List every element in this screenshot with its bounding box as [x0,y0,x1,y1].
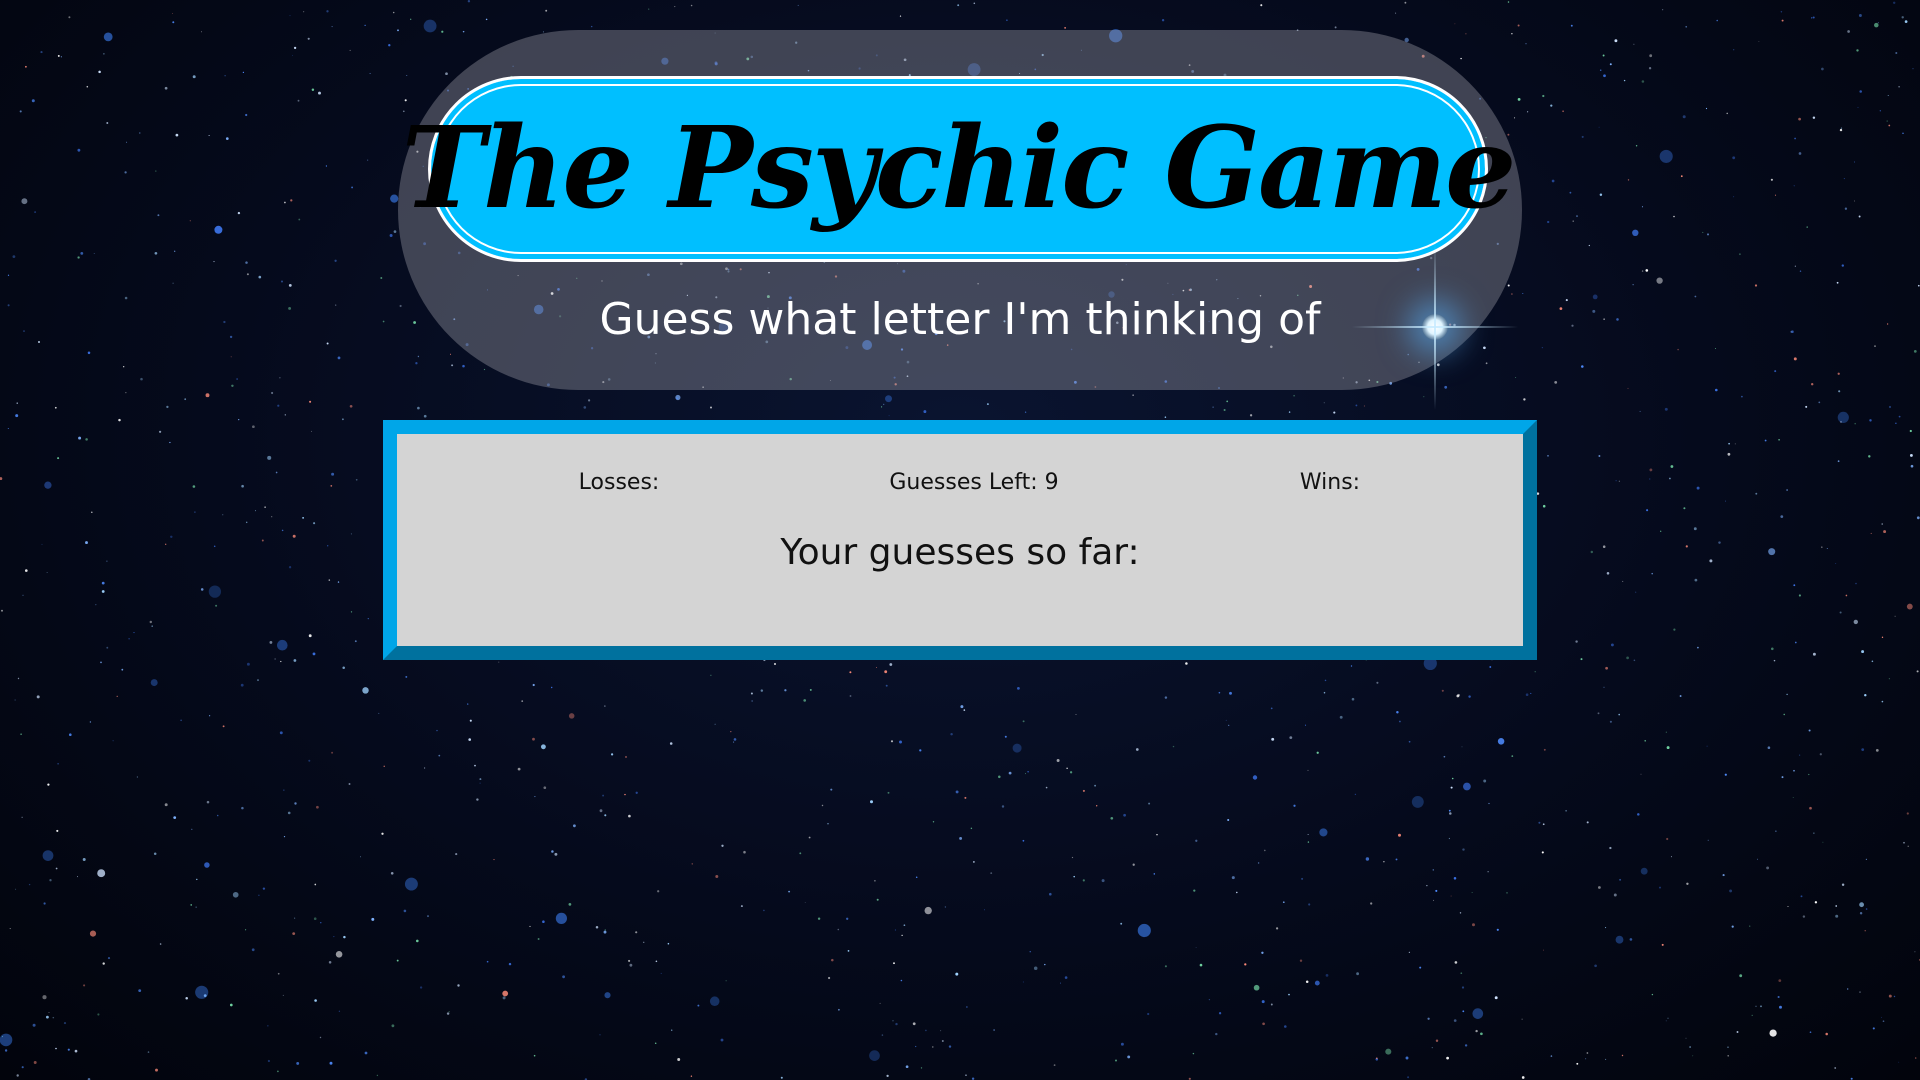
wins-stat: Wins: [1300,470,1360,495]
game-title: The Psychic Game [401,103,1517,234]
wins-label: Wins: [1299,470,1361,495]
game-stats-panel: Losses: Guesses Left: 9 Wins: Your guess… [383,420,1537,660]
title-banner: The Psychic Game [402,76,1516,262]
guesses-left-label: Guesses Left: [889,470,1038,495]
guesses-left-stat: Guesses Left: 9 [889,470,1058,495]
guesses-so-far-label: Your guesses so far: [780,532,1140,573]
header-capsule: The Psychic Game Guess what letter I'm t… [398,30,1522,390]
losses-label: Losses: [578,470,660,495]
bright-star-flare [1352,244,1518,410]
game-subtitle: Guess what letter I'm thinking of [599,294,1321,345]
guesses-left-value: 9 [1044,470,1059,495]
losses-stat: Losses: [579,470,660,495]
stats-row: Losses: Guesses Left: 9 Wins: [397,470,1523,500]
guessed-letters [397,586,1523,620]
